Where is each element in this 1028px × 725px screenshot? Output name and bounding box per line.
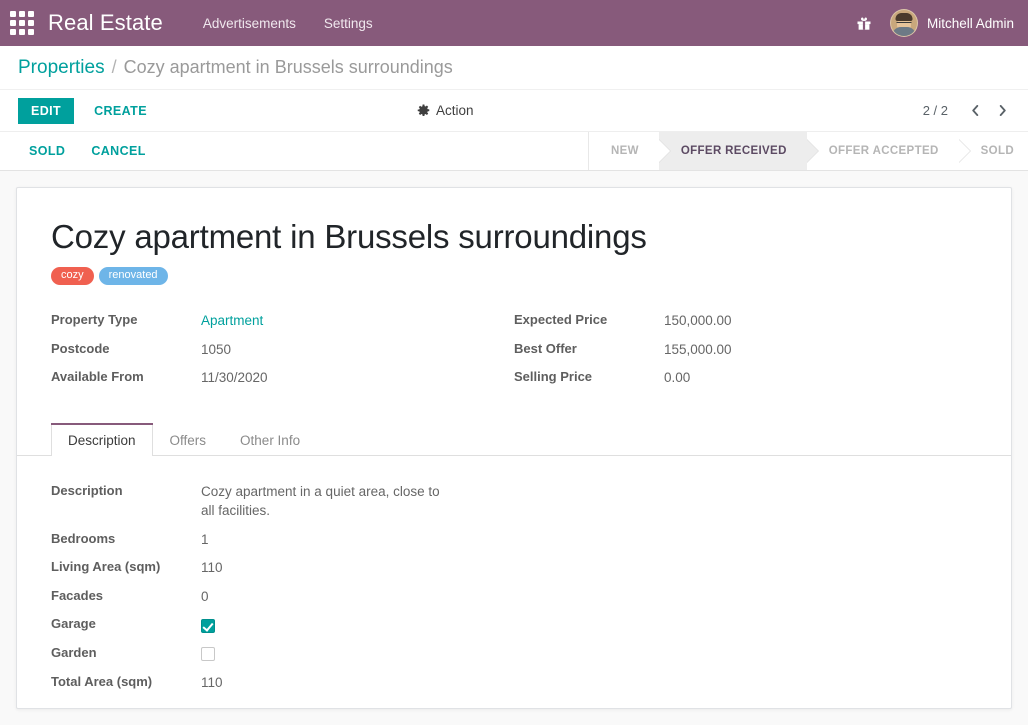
pager-count-label: 2 / 2	[923, 103, 948, 118]
tab-panel-description: Description Cozy apartment in a quiet ar…	[51, 456, 977, 693]
status-pipeline: NEW OFFER RECEIVED OFFER ACCEPTED SOLD	[588, 132, 1028, 170]
field-value-description: Cozy apartment in a quiet area, close to…	[201, 482, 456, 521]
field-garden: Garden	[51, 644, 977, 664]
field-value-facades: 0	[201, 587, 209, 607]
field-best-offer: Best Offer 155,000.00	[514, 340, 977, 360]
field-value-best-offer: 155,000.00	[664, 340, 732, 360]
chevron-right-icon	[997, 105, 1008, 116]
field-groups: Property Type Apartment Postcode 1050 Av…	[51, 311, 977, 397]
main-menu: Advertisements Settings	[203, 16, 373, 31]
field-label-garden: Garden	[51, 644, 201, 660]
breadcrumb-current-record: Cozy apartment in Brussels surroundings	[124, 57, 453, 78]
pager-previous-button[interactable]	[964, 103, 987, 118]
action-menu-button[interactable]: Action	[417, 103, 474, 118]
field-value-property-type[interactable]: Apartment	[201, 311, 263, 331]
sold-button[interactable]: SOLD	[18, 138, 76, 164]
gear-icon	[417, 104, 430, 117]
field-label-living-area: Living Area (sqm)	[51, 558, 201, 574]
gift-icon[interactable]	[856, 15, 872, 31]
field-label-selling-price: Selling Price	[514, 368, 664, 384]
field-label-description: Description	[51, 482, 201, 498]
user-name-label: Mitchell Admin	[927, 16, 1014, 31]
app-brand-title[interactable]: Real Estate	[48, 10, 163, 36]
field-value-expected-price: 150,000.00	[664, 311, 732, 331]
breadcrumb: Properties / Cozy apartment in Brussels …	[0, 46, 1028, 90]
edit-button[interactable]: EDIT	[18, 98, 74, 124]
field-label-available-from: Available From	[51, 368, 201, 384]
garden-checkbox[interactable]	[201, 647, 215, 661]
breadcrumb-root-properties[interactable]: Properties	[18, 57, 105, 79]
field-description: Description Cozy apartment in a quiet ar…	[51, 482, 977, 521]
form-sheet: Cozy apartment in Brussels surroundings …	[16, 187, 1012, 709]
field-group-left: Property Type Apartment Postcode 1050 Av…	[51, 311, 514, 397]
field-property-type: Property Type Apartment	[51, 311, 514, 331]
field-postcode: Postcode 1050	[51, 340, 514, 360]
field-label-best-offer: Best Offer	[514, 340, 664, 356]
garage-checkbox[interactable]	[201, 619, 215, 633]
tag-list: cozy renovated	[51, 267, 977, 285]
pager-next-button[interactable]	[991, 103, 1014, 118]
navbar-right-group: Mitchell Admin	[856, 9, 1014, 37]
field-label-expected-price: Expected Price	[514, 311, 664, 327]
avatar	[890, 9, 918, 37]
field-label-garage: Garage	[51, 615, 201, 631]
field-living-area: Living Area (sqm) 110	[51, 558, 977, 578]
stage-offer-accepted[interactable]: OFFER ACCEPTED	[807, 132, 959, 170]
field-selling-price: Selling Price 0.00	[514, 368, 977, 388]
field-value-garden	[201, 644, 215, 664]
field-value-bedrooms: 1	[201, 530, 209, 550]
field-available-from: Available From 11/30/2020	[51, 368, 514, 388]
page-title: Cozy apartment in Brussels surroundings	[51, 218, 977, 256]
stage-new[interactable]: NEW	[589, 132, 659, 170]
status-bar: SOLD CANCEL NEW OFFER RECEIVED OFFER ACC…	[0, 131, 1028, 171]
status-action-buttons: SOLD CANCEL	[18, 132, 157, 170]
notebook: Description Offers Other Info Descriptio…	[51, 423, 977, 693]
record-pager: 2 / 2	[923, 103, 1014, 118]
notebook-tabs: Description Offers Other Info	[17, 423, 1011, 456]
field-expected-price: Expected Price 150,000.00	[514, 311, 977, 331]
top-navbar: Real Estate Advertisements Settings Mitc…	[0, 0, 1028, 46]
user-menu[interactable]: Mitchell Admin	[890, 9, 1014, 37]
field-bedrooms: Bedrooms 1	[51, 530, 977, 550]
tab-description[interactable]: Description	[51, 423, 153, 456]
field-label-total-area: Total Area (sqm)	[51, 673, 201, 689]
field-value-garage	[201, 615, 215, 635]
field-value-postcode: 1050	[201, 340, 231, 360]
breadcrumb-separator: /	[112, 57, 117, 78]
field-label-property-type: Property Type	[51, 311, 201, 327]
apps-grid-icon[interactable]	[8, 9, 36, 37]
tag-cozy[interactable]: cozy	[51, 267, 94, 285]
field-value-available-from: 11/30/2020	[201, 368, 268, 388]
tag-renovated[interactable]: renovated	[99, 267, 168, 285]
field-value-living-area: 110	[201, 558, 223, 578]
field-label-postcode: Postcode	[51, 340, 201, 356]
form-sheet-wrapper: Cozy apartment in Brussels surroundings …	[0, 171, 1028, 725]
action-menu-label: Action	[436, 103, 474, 118]
field-value-total-area: 110	[201, 673, 223, 693]
tab-offers[interactable]: Offers	[153, 423, 224, 456]
field-group-right: Expected Price 150,000.00 Best Offer 155…	[514, 311, 977, 397]
menu-item-settings[interactable]: Settings	[324, 16, 373, 31]
cancel-button[interactable]: CANCEL	[80, 138, 156, 164]
field-facades: Facades 0	[51, 587, 977, 607]
field-garage: Garage	[51, 615, 977, 635]
field-total-area: Total Area (sqm) 110	[51, 673, 977, 693]
field-value-selling-price: 0.00	[664, 368, 690, 388]
field-label-bedrooms: Bedrooms	[51, 530, 201, 546]
tab-other-info[interactable]: Other Info	[223, 423, 317, 456]
stage-offer-received[interactable]: OFFER RECEIVED	[659, 132, 807, 170]
create-button[interactable]: CREATE	[82, 98, 159, 124]
control-panel: EDIT CREATE Action 2 / 2	[0, 90, 1028, 131]
menu-item-advertisements[interactable]: Advertisements	[203, 16, 296, 31]
chevron-left-icon	[970, 105, 981, 116]
field-label-facades: Facades	[51, 587, 201, 603]
